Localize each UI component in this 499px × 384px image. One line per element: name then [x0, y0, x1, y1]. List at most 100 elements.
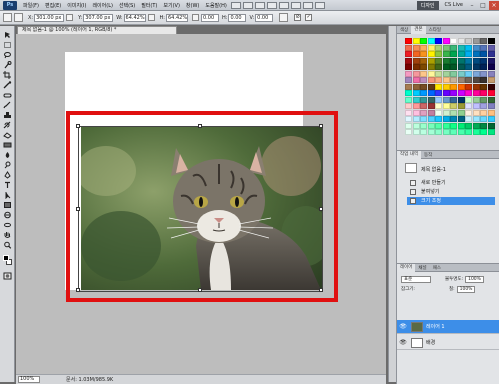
color-swatch[interactable] — [420, 96, 427, 103]
color-swatch[interactable] — [405, 96, 412, 103]
color-swatch[interactable] — [405, 122, 412, 129]
color-swatch[interactable] — [487, 116, 495, 122]
color-swatch[interactable] — [412, 109, 420, 116]
color-swatch[interactable] — [412, 38, 420, 44]
color-swatch[interactable] — [457, 77, 465, 83]
type-tool-icon[interactable] — [3, 181, 12, 189]
color-swatch[interactable] — [427, 109, 435, 116]
color-swatch[interactable] — [487, 64, 495, 70]
color-swatch[interactable] — [450, 57, 457, 64]
color-swatch[interactable] — [412, 90, 420, 96]
tab-paths[interactable]: 패스 — [430, 265, 444, 271]
zoom-level-field[interactable]: 100% — [18, 376, 40, 383]
width-input[interactable]: 64.42% — [123, 13, 146, 22]
pen-tool-icon[interactable] — [3, 171, 12, 179]
color-swatch[interactable] — [405, 77, 412, 83]
color-swatch[interactable] — [465, 77, 472, 83]
gradient-tool-icon[interactable] — [3, 141, 12, 149]
color-swatch[interactable] — [472, 51, 480, 57]
color-swatch[interactable] — [457, 122, 465, 129]
color-swatch[interactable] — [420, 70, 427, 77]
color-swatch[interactable] — [420, 122, 427, 129]
color-swatch[interactable] — [427, 90, 435, 96]
color-swatch[interactable] — [465, 38, 472, 44]
color-swatch[interactable] — [457, 44, 465, 51]
color-swatch[interactable] — [472, 64, 480, 70]
opacity-input[interactable]: 100% — [465, 275, 484, 283]
color-swatch[interactable] — [457, 64, 465, 70]
color-swatch[interactable] — [472, 109, 480, 116]
color-swatch[interactable] — [427, 129, 435, 135]
menu-view[interactable]: 보기(V) — [160, 2, 183, 9]
color-swatch[interactable] — [480, 122, 487, 129]
history-brush-tool-icon[interactable] — [3, 121, 12, 129]
color-swatch[interactable] — [465, 83, 472, 90]
color-swatch[interactable] — [435, 109, 442, 116]
color-swatch[interactable] — [487, 96, 495, 103]
color-swatch[interactable] — [435, 38, 442, 44]
tab-channels[interactable]: 채널 — [415, 265, 429, 271]
color-swatch[interactable] — [472, 122, 480, 129]
color-swatch[interactable] — [480, 109, 487, 116]
color-swatch[interactable] — [472, 129, 480, 135]
color-swatch[interactable] — [465, 44, 472, 51]
color-swatch[interactable] — [465, 109, 472, 116]
color-swatch[interactable] — [487, 129, 495, 135]
color-swatch[interactable] — [435, 103, 442, 109]
color-swatch[interactable] — [420, 90, 427, 96]
color-swatch[interactable] — [405, 70, 412, 77]
color-swatch[interactable] — [487, 38, 495, 44]
color-swatch[interactable] — [472, 38, 480, 44]
color-swatch[interactable] — [465, 57, 472, 64]
color-swatch[interactable] — [457, 90, 465, 96]
menu-help[interactable]: 도움말(H) — [202, 2, 229, 9]
color-swatch[interactable] — [435, 70, 442, 77]
commit-transform-icon[interactable]: ✓ — [305, 14, 313, 21]
color-swatch[interactable] — [472, 83, 480, 90]
angle-input[interactable]: 0.00 — [201, 13, 219, 22]
color-swatch[interactable] — [427, 64, 435, 70]
color-swatch[interactable] — [450, 38, 457, 44]
color-swatch[interactable] — [405, 51, 412, 57]
color-swatch[interactable] — [435, 90, 442, 96]
color-swatch[interactable] — [442, 83, 450, 90]
color-swatch[interactable] — [442, 116, 450, 122]
color-swatch[interactable] — [405, 57, 412, 64]
color-swatch[interactable] — [457, 70, 465, 77]
color-swatch[interactable] — [442, 122, 450, 129]
x-input[interactable]: 301.00 px — [34, 13, 65, 22]
color-swatch[interactable] — [487, 103, 495, 109]
color-swatch[interactable] — [405, 90, 412, 96]
quick-selection-tool-icon[interactable] — [3, 61, 12, 69]
eraser-tool-icon[interactable] — [3, 131, 12, 139]
color-swatch[interactable] — [457, 109, 465, 116]
layer-name[interactable]: 배경 — [426, 339, 435, 346]
color-swatch[interactable] — [472, 103, 480, 109]
color-swatch[interactable] — [412, 116, 420, 122]
color-swatch[interactable] — [450, 129, 457, 135]
marquee-tool-icon[interactable] — [3, 41, 12, 49]
tab-color[interactable]: 색상 — [397, 27, 411, 33]
color-swatch[interactable] — [480, 90, 487, 96]
color-swatch[interactable] — [450, 109, 457, 116]
color-swatch[interactable] — [450, 103, 457, 109]
layer-row-layer-1[interactable]: 👁 레이어 1 — [397, 320, 499, 334]
color-swatch[interactable] — [465, 116, 472, 122]
color-swatch[interactable] — [480, 44, 487, 51]
eyedropper-tool-icon[interactable] — [3, 81, 12, 89]
color-swatch[interactable] — [442, 64, 450, 70]
layer-row-background[interactable]: 👁 배경 — [397, 336, 499, 350]
tab-actions[interactable]: 동작 — [421, 152, 435, 158]
menu-filter[interactable]: 필터(T) — [138, 2, 160, 9]
tab-swatches[interactable]: 견본 — [411, 25, 426, 34]
color-swatch[interactable] — [405, 103, 412, 109]
color-swatch[interactable] — [442, 44, 450, 51]
color-swatch[interactable] — [450, 44, 457, 51]
color-swatch[interactable] — [450, 96, 457, 103]
color-swatch[interactable] — [450, 116, 457, 122]
color-swatch[interactable] — [450, 51, 457, 57]
bridge-button[interactable] — [230, 1, 241, 9]
color-swatch[interactable] — [435, 77, 442, 83]
relative-position-icon[interactable] — [66, 14, 74, 21]
color-swatch[interactable] — [487, 83, 495, 90]
